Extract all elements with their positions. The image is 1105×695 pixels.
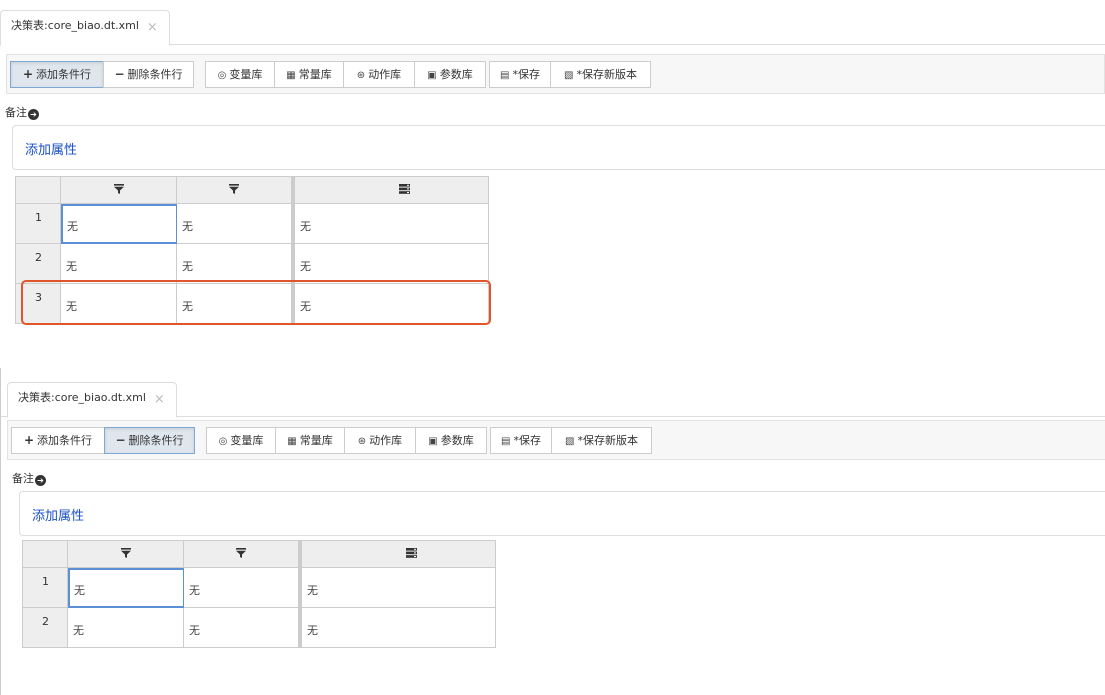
add-attribute-link[interactable]: 添加属性 [25, 139, 77, 158]
plus-icon: + [22, 67, 34, 81]
save-icon: ▤ [501, 436, 511, 447]
table-cell[interactable]: 无 [61, 244, 177, 284]
filter-icon [236, 548, 246, 558]
editor-panel-bottom: 决策表:core_biao.dt.xml × + 添加条件行 − 删除条件行 ◎ 变量库… [0, 368, 1105, 695]
tab-bar: 决策表:core_biao.dt.xml × [1, 372, 1105, 418]
toolbar: + 添加条件行 − 删除条件行 ◎ 变量库 ▦ 常量库 ⊛ 动作库 ▣ 参数库 ▤ *保存 ▧… [6, 54, 1105, 94]
minus-icon: − [115, 433, 126, 447]
column-header-condition[interactable] [61, 177, 177, 204]
highlighted-row-outline [21, 280, 491, 325]
variable-library-button[interactable]: ◎ 变量库 [206, 427, 276, 454]
column-header-condition[interactable] [184, 541, 299, 568]
close-icon[interactable]: × [154, 392, 165, 407]
server-icon [399, 184, 410, 194]
bolt-icon: ⊛ [357, 436, 367, 447]
action-library-button[interactable]: ⊛ 动作库 [343, 61, 415, 88]
remark-toggle[interactable]: 备注 ➔ [5, 104, 39, 120]
table-cell[interactable]: 无 [292, 204, 489, 244]
grid-icon: ▦ [286, 70, 296, 81]
table-cell[interactable]: 无 [299, 568, 496, 608]
tab-decision-table[interactable]: 决策表:core_biao.dt.xml × [0, 10, 170, 46]
tab-bar: 决策表:core_biao.dt.xml × [0, 0, 1105, 46]
plus-icon: + [23, 433, 35, 447]
parameter-library-button[interactable]: ▣ 参数库 [414, 61, 486, 88]
filter-icon [229, 184, 239, 194]
row-number: 2 [16, 244, 61, 284]
constant-library-button[interactable]: ▦ 常量库 [274, 61, 344, 88]
tab-title: 决策表:core_biao.dt.xml [18, 391, 146, 404]
save-button[interactable]: ▤ *保存 [489, 61, 551, 88]
add-condition-row-button[interactable]: + 添加条件行 [10, 61, 104, 88]
action-library-button[interactable]: ⊛ 动作库 [344, 427, 416, 454]
row-number: 2 [23, 608, 68, 648]
remark-toggle[interactable]: 备注 ➔ [12, 470, 46, 486]
grid-icon: ▦ [287, 436, 297, 447]
save-icon: ▤ [500, 70, 510, 81]
column-header-condition[interactable] [177, 177, 292, 204]
table-cell[interactable]: 无 [61, 204, 178, 244]
add-condition-row-button[interactable]: + 添加条件行 [11, 427, 105, 454]
table-cell[interactable]: 无 [184, 568, 299, 608]
bolt-icon: ⊛ [356, 70, 366, 81]
arrow-right-circle-icon: ➔ [28, 109, 39, 120]
row-number: 1 [16, 204, 61, 244]
save-new-version-button[interactable]: ▧ *保存新版本 [551, 427, 652, 454]
table-cell[interactable]: 无 [299, 608, 496, 648]
save-as-icon: ▧ [564, 70, 574, 81]
row-number: 1 [23, 568, 68, 608]
column-header-action[interactable] [299, 541, 496, 568]
table-corner [16, 177, 61, 204]
close-icon[interactable]: × [147, 20, 158, 35]
column-header-condition[interactable] [68, 541, 184, 568]
toolbar: + 添加条件行 − 删除条件行 ◎ 变量库 ▦ 常量库 ⊛ 动作库 ▣ 参数库 ▤ *保存 ▧… [7, 420, 1105, 460]
table-icon: ▣ [427, 70, 437, 81]
target-icon: ◎ [217, 70, 227, 81]
delete-condition-row-button[interactable]: − 删除条件行 [104, 427, 195, 454]
variable-library-button[interactable]: ◎ 变量库 [205, 61, 275, 88]
save-new-version-button[interactable]: ▧ *保存新版本 [550, 61, 651, 88]
decision-table: 1 无 无 无 2 无 无 无 [22, 540, 496, 648]
attribute-panel: 添加属性 [19, 491, 1105, 536]
save-as-icon: ▧ [565, 436, 575, 447]
table-cell[interactable]: 无 [177, 204, 292, 244]
table-corner [23, 541, 68, 568]
arrow-right-circle-icon: ➔ [35, 475, 46, 486]
editor-panel-top: 决策表:core_biao.dt.xml × + 添加条件行 − 删除条件行 ◎ 变量库… [0, 0, 1105, 340]
add-attribute-link[interactable]: 添加属性 [32, 505, 84, 524]
table-cell[interactable]: 无 [177, 244, 292, 284]
minus-icon: − [114, 67, 125, 81]
delete-condition-row-button[interactable]: − 删除条件行 [103, 61, 194, 88]
filter-icon [114, 184, 124, 194]
tab-decision-table[interactable]: 决策表:core_biao.dt.xml × [7, 382, 177, 418]
target-icon: ◎ [218, 436, 228, 447]
server-icon [406, 548, 417, 558]
table-cell[interactable]: 无 [68, 608, 184, 648]
attribute-panel: 添加属性 [12, 125, 1105, 170]
table-cell[interactable]: 无 [184, 608, 299, 648]
tab-title: 决策表:core_biao.dt.xml [11, 19, 139, 32]
table-cell[interactable]: 无 [292, 244, 489, 284]
constant-library-button[interactable]: ▦ 常量库 [275, 427, 345, 454]
column-header-action[interactable] [292, 177, 489, 204]
save-button[interactable]: ▤ *保存 [490, 427, 552, 454]
parameter-library-button[interactable]: ▣ 参数库 [415, 427, 487, 454]
table-icon: ▣ [428, 436, 438, 447]
filter-icon [121, 548, 131, 558]
table-cell[interactable]: 无 [68, 568, 185, 608]
